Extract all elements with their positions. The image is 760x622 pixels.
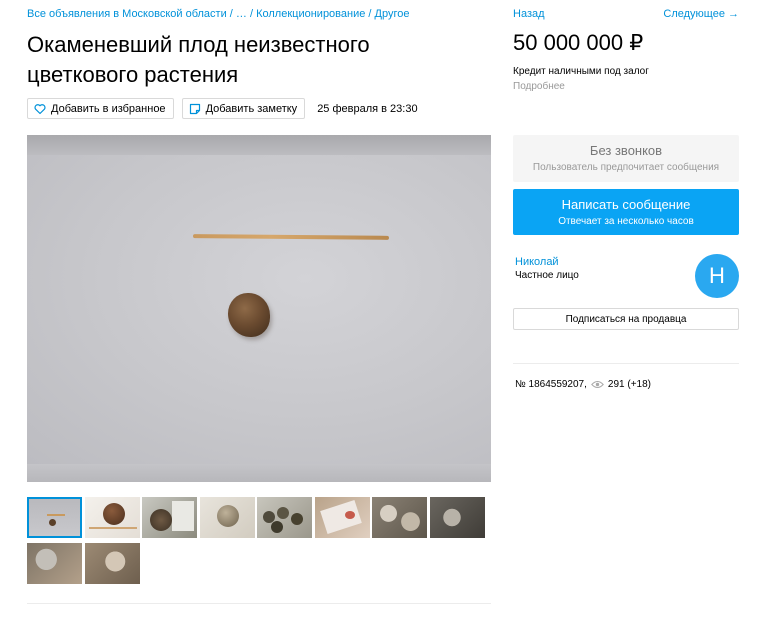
heart-icon: [34, 103, 46, 115]
breadcrumb-other[interactable]: Другое: [375, 8, 410, 20]
thumbnail-5[interactable]: [257, 497, 312, 538]
write-message-label: Написать сообщение: [561, 197, 691, 212]
listing-meta: № 1864559207, 291 (+18): [515, 379, 651, 390]
eye-icon: [591, 380, 604, 389]
avatar[interactable]: Н: [695, 254, 739, 298]
add-note-button[interactable]: Добавить заметку: [181, 98, 306, 119]
breadcrumb-ellipsis[interactable]: …: [236, 8, 247, 20]
thumbnail-10[interactable]: [84, 543, 140, 584]
credit-more-link[interactable]: Подробнее: [513, 81, 565, 92]
breadcrumb-separator: /: [368, 8, 372, 20]
photo-bottom-edge: [27, 464, 491, 482]
thumbnail-3[interactable]: [142, 497, 197, 538]
price: 50 000 000 ₽: [513, 30, 644, 55]
back-link[interactable]: Назад: [513, 8, 545, 20]
response-time: Отвечает за несколько часов: [558, 216, 694, 227]
breadcrumb-separator: /: [229, 8, 233, 20]
breadcrumb-separator: /: [249, 8, 254, 20]
seller-type: Частное лицо: [515, 270, 579, 281]
posted-date: 25 февраля в 23:30: [317, 102, 418, 115]
add-note-label: Добавить заметку: [205, 102, 298, 115]
view-count: 291 (+18): [607, 379, 651, 390]
breadcrumb-all-ads[interactable]: Все объявления в Московской области: [27, 8, 227, 20]
thumbnail-gallery: [27, 497, 491, 584]
next-link[interactable]: Следующее →: [663, 8, 739, 20]
note-icon: [189, 103, 201, 115]
no-calls-heading: Без звонков: [589, 143, 663, 158]
content-divider: [27, 603, 491, 604]
listing-navigation: Назад Следующее →: [513, 8, 739, 20]
no-calls-notice: Без звонков Пользователь предпочитает со…: [513, 135, 739, 182]
add-to-favorites-button[interactable]: Добавить в избранное: [27, 98, 174, 119]
credit-offer: Кредит наличными под залог: [513, 66, 649, 77]
photo-top-edge: [27, 135, 491, 155]
page-title: Окаменевший плод неизвестного цветкового…: [27, 32, 370, 87]
thumbnail-1[interactable]: [27, 497, 82, 538]
thumbnail-4[interactable]: [199, 497, 255, 538]
breadcrumb-collecting[interactable]: Коллекционирование: [256, 8, 365, 20]
main-photo[interactable]: [27, 135, 491, 482]
breadcrumb: Все объявления в Московской области / … …: [27, 8, 410, 20]
thumbnail-2[interactable]: [84, 497, 140, 538]
add-to-favorites-label: Добавить в избранное: [51, 102, 166, 115]
sidebar-divider: [513, 363, 739, 364]
no-calls-subtext: Пользователь предпочитает сообщения: [532, 162, 720, 173]
listing-actions: Добавить в избранное Добавить заметку 25…: [27, 98, 418, 119]
listing-number: № 1864559207,: [515, 379, 587, 390]
subscribe-seller-button[interactable]: Подписаться на продавца: [513, 308, 739, 330]
photo-fossil-fruit: [228, 293, 270, 337]
thumbnail-8[interactable]: [429, 497, 485, 538]
thumbnail-7[interactable]: [372, 497, 427, 538]
thumbnail-6[interactable]: [314, 497, 370, 538]
seller-name[interactable]: Николай: [515, 256, 559, 268]
write-message-button[interactable]: Написать сообщение Отвечает за несколько…: [513, 189, 739, 235]
thumbnail-9[interactable]: [27, 543, 82, 584]
